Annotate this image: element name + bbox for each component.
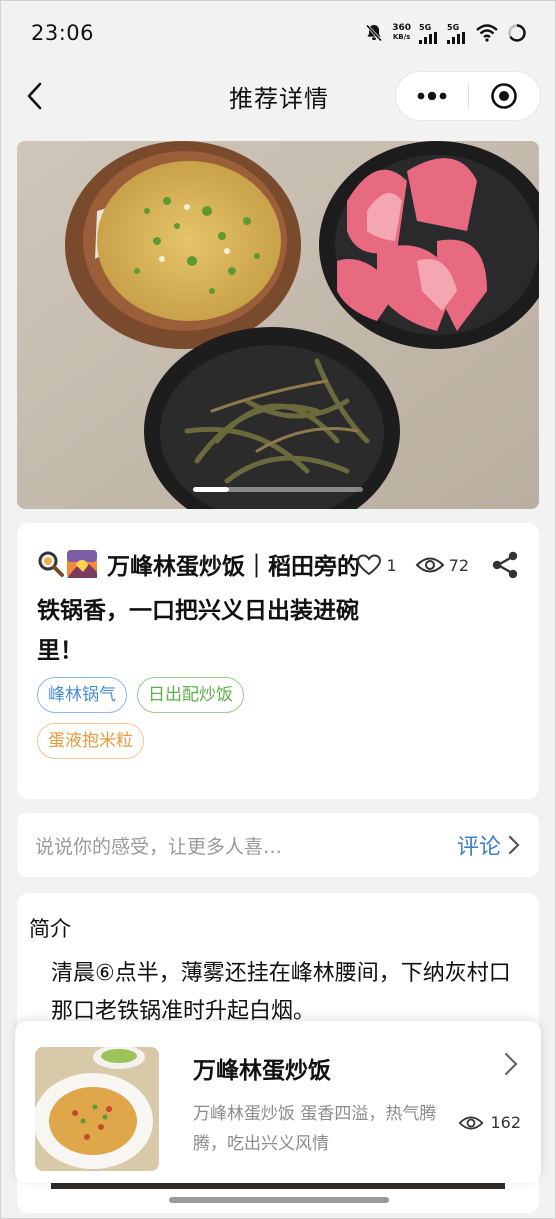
- tag-chip[interactable]: 蛋液抱米粒: [37, 723, 144, 759]
- eye-icon: [458, 1116, 484, 1129]
- sim1-signal: 5G: [419, 23, 439, 44]
- view-count: 72: [448, 555, 469, 575]
- post-header-card: 万峰林蛋炒饭｜稻田旁的铁锅香，一口把兴义日出装进碗里！ 1 72 峰林锅气 日出…: [17, 523, 539, 799]
- share-icon: [492, 551, 518, 579]
- nav-bar: 推荐详情: [1, 65, 555, 127]
- more-button[interactable]: [396, 72, 468, 120]
- magnifier-emoji-icon: [37, 550, 65, 591]
- close-miniprogram-button[interactable]: [469, 72, 541, 120]
- tag-chip[interactable]: 日出配炒饭: [137, 677, 244, 713]
- like-count: 1: [386, 555, 397, 575]
- sim2-signal: 5G: [447, 23, 467, 44]
- net-speed-unit: KB/s: [392, 33, 411, 41]
- intro-text: 清晨⑥点半，薄雾还挂在峰林腰间，下纳灰村口那口老铁锅准时升起白烟。: [51, 961, 511, 1024]
- status-bar: 23:06 360 KB/s 5G 5G: [1, 1, 555, 65]
- carousel-indicator: [193, 487, 363, 492]
- share-button[interactable]: [489, 549, 521, 581]
- like-button[interactable]: 1: [356, 553, 397, 577]
- related-view-stat: 162: [458, 1113, 521, 1132]
- related-title: 万峰林蛋炒饭: [193, 1058, 331, 1084]
- more-dots-icon: [417, 91, 447, 101]
- heart-icon: [357, 554, 382, 576]
- chevron-right-icon[interactable]: [503, 1051, 519, 1077]
- signal-icon: [419, 31, 437, 44]
- sunrise-emoji-icon: [67, 550, 97, 591]
- next-content-peek: [51, 1183, 505, 1189]
- related-description: 万峰林蛋炒饭 蛋香四溢，热气腾腾，吃出兴义风情: [193, 1104, 437, 1154]
- net-speed: 360 KB/s: [392, 24, 411, 42]
- intro-heading: 简介: [29, 917, 71, 941]
- carousel-indicator-active: [193, 487, 229, 492]
- related-view-count: 162: [490, 1113, 521, 1132]
- eye-icon: [415, 557, 445, 573]
- related-post-card[interactable]: 万峰林蛋炒饭 万峰林蛋炒饭 蛋香四溢，热气腾腾，吃出兴义风情 162: [15, 1021, 541, 1183]
- tag-list: 峰林锅气 日出配炒饭 蛋液抱米粒: [37, 677, 337, 759]
- home-indicator[interactable]: [169, 1197, 389, 1203]
- chevron-right-icon: [508, 835, 520, 855]
- back-icon: [27, 82, 42, 110]
- bell-muted-icon: [366, 24, 383, 42]
- status-icons: 360 KB/s 5G 5G: [364, 23, 527, 44]
- sim2-label: 5G: [447, 22, 460, 32]
- view-stat: 72: [415, 555, 469, 575]
- related-thumbnail: [35, 1047, 159, 1171]
- status-time: 23:06: [31, 21, 95, 45]
- net-speed-value: 360: [392, 23, 411, 33]
- comment-button-label: 评论: [456, 835, 501, 860]
- food-photo: [17, 141, 539, 509]
- post-title: 万峰林蛋炒饭｜稻田旁的铁锅香，一口把兴义日出装进碗里！: [37, 547, 367, 671]
- mini-program-capsule: [395, 71, 541, 121]
- wifi-icon: [476, 24, 498, 42]
- comment-button[interactable]: 评论: [457, 829, 521, 861]
- tag-chip[interactable]: 峰林锅气: [37, 677, 127, 713]
- app-screen: 23:06 360 KB/s 5G 5G 推荐详情 万峰林蛋炒饭｜稻田旁的铁锅香…: [0, 0, 556, 1219]
- page-title: 推荐详情: [229, 84, 329, 113]
- carousel-indicator-track: [227, 487, 363, 492]
- signal-icon: [447, 31, 465, 44]
- comment-input[interactable]: 说说你的感受，让更多人喜…: [35, 832, 457, 859]
- post-stats: 1 72: [356, 549, 521, 581]
- back-button[interactable]: [21, 79, 51, 113]
- comment-bar[interactable]: 说说你的感受，让更多人喜… 评论: [17, 813, 539, 877]
- photo-carousel[interactable]: [17, 141, 539, 509]
- sim1-label: 5G: [419, 22, 432, 32]
- record-target-icon: [491, 83, 518, 109]
- battery-icon: [508, 24, 526, 42]
